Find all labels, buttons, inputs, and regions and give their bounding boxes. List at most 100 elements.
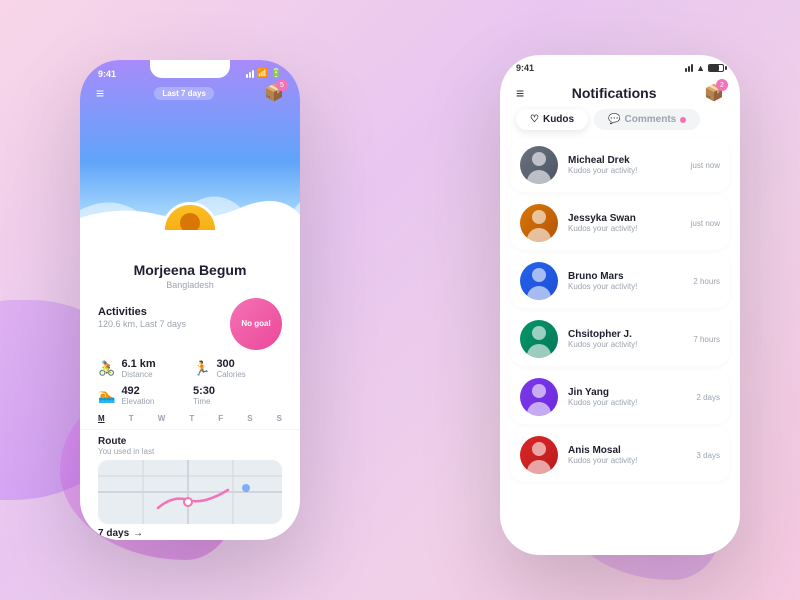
notif-name: Bruno Mars — [568, 271, 683, 282]
avatar-face — [520, 378, 558, 416]
notif-avatar — [520, 204, 558, 242]
tab-kudos[interactable]: ♡ Kudos — [516, 109, 588, 130]
notif-time: just now — [691, 219, 720, 228]
time-label: Time — [193, 397, 215, 406]
stat-time: 5:30 Time — [193, 385, 282, 406]
distance-value: 6.1 km — [121, 358, 155, 370]
route-title: Route — [98, 436, 282, 447]
route-subtitle: You used in last — [98, 447, 282, 456]
notif-box-icon[interactable]: 📦 2 — [704, 83, 724, 103]
notif-avatar — [520, 262, 558, 300]
week-bar: M T W T F S S — [80, 406, 300, 429]
notif-info: Anis Mosal Kudos your activity! — [568, 445, 686, 465]
notif-menu-icon[interactable]: ≡ — [516, 85, 524, 101]
no-goal-button[interactable]: No goal — [230, 298, 282, 350]
notif-info: Chsitopher J. Kudos your activity! — [568, 329, 683, 349]
day-sat[interactable]: S — [247, 414, 252, 423]
notif-avatar — [520, 320, 558, 358]
profile-section: Morjeena Begum Bangladesh — [80, 230, 300, 298]
left-phone: 9:41 📶 🔋 ≡ Last 7 days 📦 5 — [80, 60, 300, 540]
notif-action: Kudos your activity! — [568, 456, 686, 465]
profile-name: Morjeena Begum — [80, 262, 300, 278]
right-phone: 9:41 ▲ ≡ Notifications 📦 2 ♡ Kudos — [500, 55, 740, 555]
avatar — [162, 202, 218, 230]
day-mon[interactable]: M — [98, 414, 105, 423]
avatar-face — [520, 262, 558, 300]
day-fri[interactable]: F — [218, 414, 223, 423]
right-wifi-icon: ▲ — [696, 63, 705, 73]
day-thu[interactable]: T — [189, 414, 194, 423]
notif-info: Micheal Drek Kudos your activity! — [568, 155, 681, 175]
notif-avatar — [520, 436, 558, 474]
notif-action: Kudos your activity! — [568, 340, 683, 349]
notif-time: 3 days — [696, 451, 720, 460]
notif-name: Chsitopher J. — [568, 329, 683, 340]
notif-time: 7 hours — [693, 335, 720, 344]
right-signal-icon — [685, 64, 693, 72]
route-section: Route You used in last 7 days → — [80, 429, 300, 539]
notification-item[interactable]: Chsitopher J. Kudos your activity! 7 hou… — [510, 312, 730, 366]
stats-grid: 🚴 6.1 km Distance 🏃 300 Calories 🏊 492 E… — [98, 358, 282, 406]
notifications-title: Notifications — [572, 85, 657, 101]
last7-label: Last 7 days — [154, 87, 214, 100]
notif-info: Jessyka Swan Kudos your activity! — [568, 213, 681, 233]
notif-info: Bruno Mars Kudos your activity! — [568, 271, 683, 291]
notif-time: 2 days — [696, 393, 720, 402]
right-time: 9:41 — [516, 63, 534, 73]
notif-box-badge: 2 — [716, 79, 728, 91]
gift-box-icon[interactable]: 📦 5 — [264, 83, 284, 103]
left-phone-notch — [150, 60, 230, 78]
comment-icon: 💬 — [608, 114, 620, 125]
notif-time: 2 hours — [693, 277, 720, 286]
notif-name: Jin Yang — [568, 387, 686, 398]
battery-icon: 🔋 — [271, 68, 282, 79]
elevation-value: 492 — [121, 385, 154, 397]
hero-top-bar: ≡ Last 7 days 📦 5 — [80, 79, 300, 107]
distance-label: Distance — [121, 370, 155, 379]
tab-comments[interactable]: 💬 Comments — [594, 109, 700, 130]
left-time: 9:41 — [98, 69, 116, 79]
avatar-face — [520, 436, 558, 474]
swim-icon: 🏊 — [98, 387, 115, 404]
wifi-icon: 📶 — [257, 68, 268, 79]
tabs-row: ♡ Kudos 💬 Comments — [500, 109, 740, 138]
notification-item[interactable]: Jessyka Swan Kudos your activity! just n… — [510, 196, 730, 250]
notification-item[interactable]: Anis Mosal Kudos your activity! 3 days — [510, 428, 730, 482]
box-badge: 5 — [276, 79, 288, 91]
bike-icon: 🚴 — [98, 360, 115, 377]
day-tue[interactable]: T — [129, 414, 134, 423]
day-sun[interactable]: S — [277, 414, 282, 423]
notif-info: Jin Yang Kudos your activity! — [568, 387, 686, 407]
route-map — [98, 460, 282, 524]
route-arrow-icon[interactable]: → — [133, 528, 143, 539]
heart-icon: ♡ — [530, 114, 539, 125]
notification-item[interactable]: Bruno Mars Kudos your activity! 2 hours — [510, 254, 730, 308]
time-value: 5:30 — [193, 385, 215, 397]
notif-avatar — [520, 378, 558, 416]
comments-label: Comments — [625, 114, 677, 125]
route-days-row: 7 days → — [98, 528, 282, 539]
menu-icon[interactable]: ≡ — [96, 85, 104, 101]
activities-km: 120.6 km, Last 7 days — [98, 319, 186, 329]
notification-item[interactable]: Micheal Drek Kudos your activity! just n… — [510, 138, 730, 192]
activities-title: Activities — [98, 306, 186, 318]
profile-country: Bangladesh — [80, 280, 300, 290]
day-wed[interactable]: W — [158, 414, 166, 423]
notifications-list: Micheal Drek Kudos your activity! just n… — [500, 138, 740, 482]
notifications-header: ≡ Notifications 📦 2 — [500, 73, 740, 109]
avatar-container — [162, 202, 218, 230]
calories-value: 300 — [216, 358, 245, 370]
run-icon: 🏃 — [193, 360, 210, 377]
calories-label: Calories — [216, 370, 245, 379]
elevation-label: Elevation — [121, 397, 154, 406]
stat-calories: 🏃 300 Calories — [193, 358, 282, 379]
map-svg — [98, 460, 282, 524]
notif-action: Kudos your activity! — [568, 224, 681, 233]
notif-name: Micheal Drek — [568, 155, 681, 166]
stat-distance: 🚴 6.1 km Distance — [98, 358, 187, 379]
notif-action: Kudos your activity! — [568, 282, 683, 291]
notif-name: Anis Mosal — [568, 445, 686, 456]
avatar-face — [520, 146, 558, 184]
notification-item[interactable]: Jin Yang Kudos your activity! 2 days — [510, 370, 730, 424]
right-phone-notch — [580, 55, 660, 73]
